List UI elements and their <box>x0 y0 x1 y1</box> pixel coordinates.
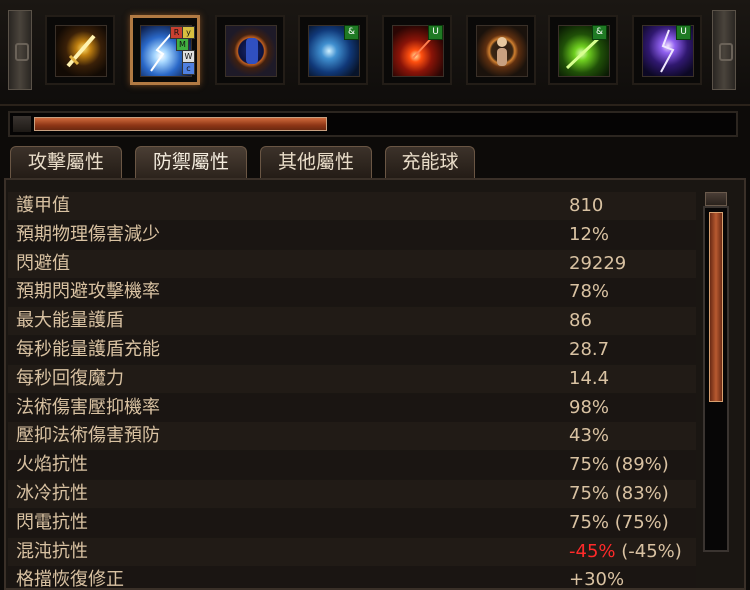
stat-label: 閃避值 <box>16 252 70 274</box>
skill-bar-right-frame <box>712 10 736 90</box>
stat-value-main: 98% <box>569 396 610 418</box>
stat-row: 閃電抗性 75% (75%) <box>8 508 696 537</box>
skill-slot-2[interactable]: R y M W c <box>130 15 200 85</box>
stat-label: 預期閃避攻擊機率 <box>16 281 160 303</box>
skill-slot-1[interactable] <box>45 15 115 85</box>
stat-row: 最大能量護盾 86 <box>8 307 696 336</box>
stat-row: 混沌抗性 -45% (-45%) <box>8 537 696 566</box>
stat-row: 壓抑法術傷害預防 43% <box>8 422 696 451</box>
stat-value-main: 75% (83%) <box>569 483 669 504</box>
stat-value-main: 14.4 <box>569 367 610 389</box>
stat-row: 冰冷抗性 75% (83%) <box>8 480 696 508</box>
stat-label: 護甲值 <box>16 195 70 216</box>
stat-row: 每秒回復魔力 14.4 <box>8 364 696 393</box>
stat-value: 75% (75%) <box>569 509 669 537</box>
stat-value: 75% (83%) <box>569 480 669 508</box>
stat-value: 28.7 <box>569 336 609 364</box>
tab-offense[interactable]: 攻擊屬性 <box>10 146 122 178</box>
stat-value-main: -45% <box>569 540 616 562</box>
stats-scroll-thumb[interactable] <box>709 212 723 402</box>
stat-label: 格擋恢復修正 <box>16 569 124 590</box>
stat-value: 75% (89%) <box>569 451 669 479</box>
stat-value: 86 <box>569 307 592 335</box>
stat-label: 預期物理傷害減少 <box>16 223 160 245</box>
tab-charges[interactable]: 充能球 <box>385 146 475 178</box>
stat-value-main: 28.7 <box>569 339 610 360</box>
stat-value: 43% <box>569 422 609 450</box>
stat-row: 每秒能量護盾充能 28.7 <box>8 336 696 364</box>
stat-label: 混沌抗性 <box>16 540 88 562</box>
skill-slot-8[interactable]: U <box>632 15 702 85</box>
glowing-figure-icon <box>476 25 528 77</box>
stat-label: 每秒回復魔力 <box>16 367 124 389</box>
stat-label: 冰冷抗性 <box>16 483 88 504</box>
link-badge: & <box>592 25 607 40</box>
skill-slot-6[interactable] <box>466 15 536 85</box>
skill-bar-scroll-thumb[interactable] <box>34 117 327 131</box>
unique-badge: U <box>676 25 691 40</box>
skill-bar-scrollbar[interactable] <box>8 111 738 137</box>
stat-row: 預期物理傷害減少 12% <box>8 220 696 249</box>
stat-value-extra: (-45%) <box>615 540 682 562</box>
skill-slot-5[interactable]: U <box>382 15 452 85</box>
stat-value: 14.4 <box>569 365 609 393</box>
stat-row: 預期閃避攻擊機率 78% <box>8 278 696 307</box>
stat-value-main: 75% (89%) <box>569 454 669 476</box>
stat-value: 12% <box>569 221 609 249</box>
stat-value-main: +30% <box>569 569 625 590</box>
stat-value-main: 86 <box>569 310 592 332</box>
tab-defense[interactable]: 防禦屬性 <box>135 146 247 178</box>
blue-orb-fist-icon <box>225 25 277 77</box>
stat-value-main: 29229 <box>569 252 627 274</box>
stat-row: 閃避值 29229 <box>8 249 696 278</box>
stat-label: 法術傷害壓抑機率 <box>16 396 160 418</box>
stat-value-main: 43% <box>569 425 610 447</box>
stat-row: 護甲值 810 <box>8 192 696 220</box>
stat-value-main: 75% (75%) <box>569 511 669 533</box>
stat-value: 78% <box>569 278 609 306</box>
stat-value: 29229 <box>569 250 626 278</box>
golden-sword-icon <box>55 25 107 77</box>
stat-label: 最大能量護盾 <box>16 310 124 332</box>
stats-scrollbar[interactable] <box>703 206 729 552</box>
skill-slot-3[interactable] <box>215 15 285 85</box>
tab-misc[interactable]: 其他屬性 <box>260 146 372 178</box>
skill-slot-4[interactable]: & <box>298 15 368 85</box>
stat-label: 壓抑法術傷害預防 <box>16 425 160 447</box>
skill-bar: R y M W c & U & U <box>0 0 750 106</box>
stat-value: +30% <box>569 566 625 590</box>
defense-stats-panel: 護甲值 810 預期物理傷害減少 12% 閃避值 29229 預期閃避攻擊機率 78% 最大能量… <box>4 178 746 590</box>
stat-label: 每秒能量護盾充能 <box>16 339 160 360</box>
stat-value-main: 78% <box>569 281 610 303</box>
socket-blue: c <box>182 62 195 75</box>
stat-value-main: 12% <box>569 223 610 245</box>
stat-value-main: 810 <box>569 195 604 216</box>
link-badge: & <box>344 25 359 40</box>
stat-label: 閃電抗性 <box>16 511 88 533</box>
stat-value: 98% <box>569 394 609 422</box>
skill-slot-7[interactable]: & <box>548 15 618 85</box>
stat-value: -45% (-45%) <box>569 538 682 566</box>
stat-value: 810 <box>569 192 603 220</box>
scroll-up-button[interactable] <box>705 192 727 206</box>
stat-row: 格擋恢復修正 +30% <box>8 566 696 590</box>
stat-row: 法術傷害壓抑機率 98% <box>8 393 696 422</box>
stat-label: 火焰抗性 <box>16 454 88 476</box>
unique-badge: U <box>428 25 443 40</box>
skill-bar-left-frame <box>8 10 32 90</box>
stat-row: 火焰抗性 75% (89%) <box>8 451 696 480</box>
